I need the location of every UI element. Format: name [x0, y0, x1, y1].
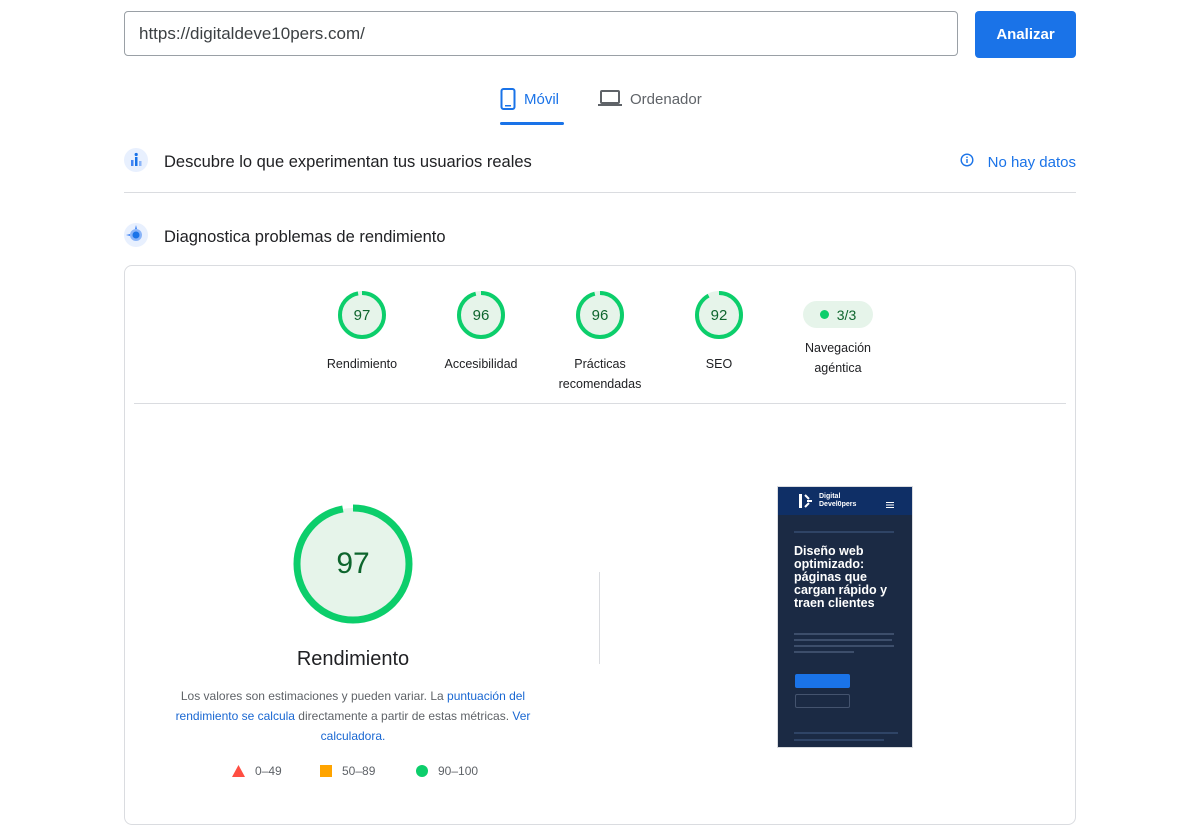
gauge-label: SEO	[705, 357, 733, 371]
tab-desktop[interactable]: Ordenador	[598, 88, 702, 124]
performance-description: Los valores son estimaciones y pueden va…	[172, 686, 534, 746]
gauge-label: Prácticas recomendadas	[558, 357, 642, 391]
diagnostics-title: Diagnostica problemas de rendimiento	[164, 227, 446, 246]
hamburger-icon	[886, 496, 894, 514]
tab-desktop-label: Ordenador	[630, 91, 702, 108]
gauge-label: Rendimiento	[326, 357, 398, 371]
gauge-label: Navegación agéntica	[804, 341, 871, 375]
no-data-label: No hay datos	[987, 153, 1076, 171]
preview-secondary-button	[795, 694, 850, 708]
tab-mobile-label: Móvil	[524, 91, 560, 108]
preview-logo: Digital Devel0pers	[819, 493, 856, 509]
performance-big-gauge: 97	[293, 504, 413, 624]
square-icon	[320, 765, 332, 777]
gauge-value: 92	[711, 307, 728, 324]
gauge-ring: 97	[338, 291, 386, 339]
gauge-ring: 96	[576, 291, 624, 339]
field-data-section: Descubre lo que experimentan tus usuario…	[124, 147, 1076, 177]
performance-title: Rendimiento	[296, 648, 410, 670]
triangle-icon	[232, 765, 245, 777]
preview-footer-line	[794, 739, 884, 741]
pass-dot-icon	[819, 310, 829, 319]
gauge-value: 96	[592, 307, 609, 324]
desc-text-1: Los valores son estimaciones y pueden va…	[180, 689, 448, 703]
agentic-badge: 3/3	[803, 301, 873, 328]
field-data-title: Descubre lo que experimentan tus usuario…	[164, 152, 532, 171]
legend-pass: 90–100	[416, 764, 478, 778]
section-divider	[124, 192, 1076, 193]
active-tab-indicator	[500, 122, 564, 125]
preview-footer-line	[794, 732, 898, 734]
gauge-value: 97	[354, 307, 371, 324]
logo-line-1: Digital	[819, 493, 841, 500]
preview-hero-title: Diseño web optimizado: páginas que carga…	[794, 544, 888, 610]
legend-average-label: 50–89	[342, 764, 376, 778]
gauge-label: Accesibilidad	[444, 357, 518, 371]
diagnostics-section: Diagnostica problemas de rendimiento	[124, 222, 1076, 252]
preview-text-line	[794, 633, 894, 635]
gauge-value: 96	[473, 307, 490, 324]
card-divider	[134, 403, 1066, 404]
logo-icon	[799, 494, 812, 508]
analyze-button[interactable]: Analizar	[975, 11, 1076, 58]
tab-mobile[interactable]: Móvil	[500, 88, 559, 124]
gauge-best-practices[interactable]: 96 Prácticas recomendadas	[540, 290, 660, 394]
preview-text-line	[794, 645, 894, 647]
preview-text-line	[794, 651, 854, 653]
circle-icon	[416, 765, 428, 777]
gauge-performance[interactable]: 97 Rendimiento	[302, 290, 422, 374]
legend-fail-label: 0–49	[255, 764, 282, 778]
legend-average: 50–89	[320, 764, 375, 778]
vertical-divider	[599, 572, 600, 664]
legend-fail: 0–49	[232, 764, 282, 778]
desc-text-2: directamente a partir de estas métricas.	[294, 709, 513, 723]
preview-text-line	[794, 639, 892, 641]
laptop-icon	[598, 88, 622, 112]
legend-pass-label: 90–100	[438, 764, 479, 778]
performance-big-value: 97	[336, 547, 369, 580]
gauge-ring: 96	[457, 291, 505, 339]
smartphone-icon	[500, 88, 516, 114]
page-screenshot-preview: Digital Devel0pers Diseño web optimizado:…	[777, 486, 913, 748]
url-input[interactable]	[124, 11, 958, 56]
preview-primary-button	[795, 674, 850, 688]
preview-header: Digital Devel0pers	[778, 487, 912, 515]
lab-icon	[124, 222, 148, 252]
preview-line	[794, 531, 894, 533]
no-data-link[interactable]: No hay datos	[960, 153, 1076, 171]
logo-line-2: Devel0pers	[819, 501, 857, 508]
gauge-seo[interactable]: 92 SEO	[659, 290, 779, 374]
users-icon	[124, 147, 148, 177]
gauge-accessibility[interactable]: 96 Accesibilidad	[421, 290, 541, 374]
agentic-value: 3/3	[836, 306, 857, 323]
info-icon	[960, 153, 974, 171]
gauge-agentic-navigation[interactable]: 3/3 Navegación agéntica	[778, 290, 898, 378]
gauge-ring: 92	[695, 291, 743, 339]
